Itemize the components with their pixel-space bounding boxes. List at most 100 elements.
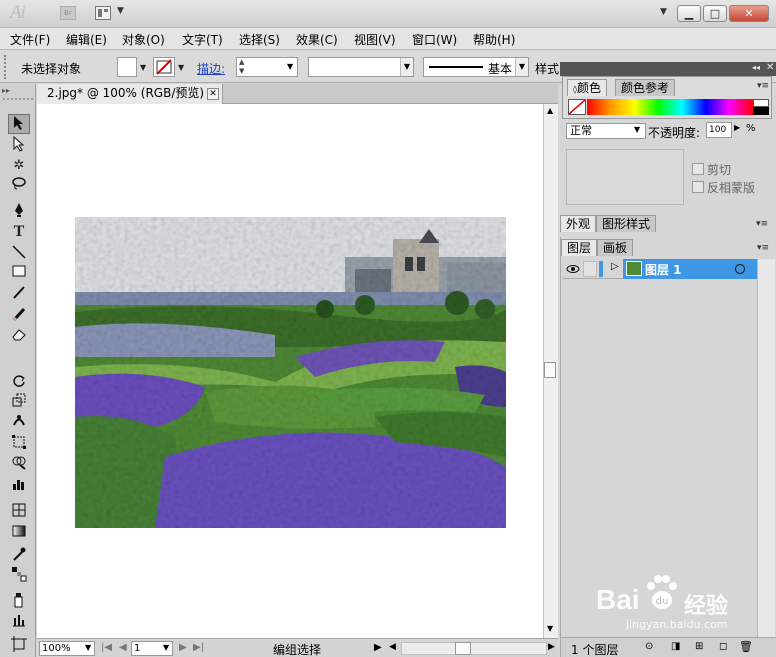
menu-type[interactable]: 文字(T): [182, 31, 223, 48]
close-window-button[interactable]: ✕: [729, 5, 769, 22]
next-page-icon[interactable]: ▶: [179, 642, 187, 653]
close-document-icon[interactable]: ✕: [207, 88, 219, 100]
eyedropper-tool-icon[interactable]: [8, 546, 30, 566]
menu-view[interactable]: 视图(V): [354, 31, 396, 48]
scroll-up-icon[interactable]: ▲: [547, 106, 553, 115]
status-menu-arrow-icon[interactable]: ▶: [374, 642, 382, 653]
new-layer-icon[interactable]: ◻: [719, 641, 727, 652]
dock-collapse-icon[interactable]: ◂◂: [752, 63, 760, 72]
maximize-button[interactable]: □: [703, 5, 727, 22]
color-panel-menu-icon[interactable]: ▾≡: [757, 81, 769, 91]
type-tool-icon[interactable]: T: [8, 222, 30, 242]
dock-close-icon[interactable]: ✕: [766, 62, 774, 73]
layout-dropdown-arrow-icon[interactable]: ▼: [117, 6, 124, 16]
tab-color-guide[interactable]: 颜色参考: [615, 79, 676, 96]
clip-checkbox[interactable]: [692, 163, 704, 175]
variable-width-dropdown-icon[interactable]: ▼: [400, 58, 413, 76]
column-graph-tool-icon[interactable]: [8, 612, 30, 632]
stroke-dropdown-icon[interactable]: ▼: [178, 63, 184, 72]
paintbrush-tool-icon[interactable]: [8, 284, 30, 304]
scroll-left-icon[interactable]: ◀: [389, 642, 396, 652]
first-page-icon[interactable]: |◀: [101, 642, 112, 653]
tab-graphic-styles[interactable]: 图形样式: [596, 215, 657, 232]
stroke-weight-input[interactable]: ▲ ▼ ▼: [236, 57, 298, 77]
variable-width-profile[interactable]: ▼: [308, 57, 414, 77]
menu-file[interactable]: 文件(F): [10, 31, 50, 48]
stroke-swatch[interactable]: [153, 57, 175, 77]
eraser-tool-icon[interactable]: [8, 327, 30, 347]
symbol-sprayer-tool-icon[interactable]: [8, 592, 30, 612]
placed-image[interactable]: [75, 217, 506, 528]
menu-edit[interactable]: 编辑(E): [66, 31, 107, 48]
panel-dock-header[interactable]: ◂◂ ✕: [560, 62, 776, 76]
lasso-tool-icon[interactable]: [8, 176, 30, 196]
zoom-dropdown-icon[interactable]: ▼: [85, 643, 91, 652]
menu-object[interactable]: 对象(O): [122, 31, 165, 48]
document-tab[interactable]: 2.jpg* @ 100% (RGB/预览): [37, 84, 223, 104]
page-dropdown-icon[interactable]: ▼: [163, 643, 169, 652]
workspace-dropdown-arrow-icon[interactable]: ▼: [660, 7, 667, 17]
layer-visibility-eye-icon[interactable]: [565, 261, 581, 277]
line-tool-icon[interactable]: [8, 244, 30, 264]
scroll-down-icon[interactable]: ▼: [547, 624, 553, 633]
graph-tool-icon[interactable]: [8, 476, 30, 496]
bridge-button[interactable]: Br: [60, 6, 76, 20]
control-grip[interactable]: [4, 55, 7, 79]
layer-lock-toggle[interactable]: [583, 261, 597, 277]
tab-appearance[interactable]: 外观: [560, 215, 597, 232]
pen-tool-icon[interactable]: [8, 202, 30, 222]
horizontal-scrollbar[interactable]: [401, 642, 547, 655]
horizontal-scroll-thumb[interactable]: [455, 642, 471, 655]
tab-color[interactable]: ◊颜色: [567, 79, 607, 96]
fill-swatch[interactable]: [117, 57, 137, 77]
layer-selected-highlight[interactable]: 图层 1: [623, 259, 757, 279]
scroll-right-icon[interactable]: ▶: [548, 642, 555, 652]
last-page-icon[interactable]: ▶|: [193, 642, 204, 653]
delete-layer-icon[interactable]: 🗑: [739, 640, 753, 653]
vertical-scroll-thumb[interactable]: [544, 362, 556, 378]
layer-target-icon[interactable]: [735, 264, 745, 274]
toolbar-grip[interactable]: [3, 98, 33, 100]
clipping-mask-icon[interactable]: ◨: [671, 641, 680, 652]
blend-tool-icon[interactable]: [8, 566, 30, 586]
scale-tool-icon[interactable]: [8, 392, 30, 412]
color-black-swatch[interactable]: [753, 107, 769, 115]
new-sublayer-icon[interactable]: ⊞: [695, 641, 703, 652]
layer-row[interactable]: ▷ 图层 1: [563, 259, 757, 279]
tab-artboards[interactable]: 画板: [597, 239, 634, 256]
opacity-input[interactable]: 100: [706, 122, 732, 138]
opacity-arrow-icon[interactable]: ▶: [734, 123, 740, 132]
tab-layers[interactable]: 图层: [561, 239, 598, 256]
pencil-tool-icon[interactable]: [8, 306, 30, 326]
mesh-tool-icon[interactable]: [8, 502, 30, 522]
stroke-weight-stepper-icon[interactable]: ▲ ▼: [239, 58, 244, 76]
artboard-tool-icon[interactable]: [8, 636, 30, 656]
layer-name[interactable]: 图层 1: [645, 261, 682, 278]
magic-wand-tool-icon[interactable]: ✲: [8, 156, 30, 176]
rectangle-tool-icon[interactable]: [8, 264, 30, 284]
brush-dropdown-icon[interactable]: ▼: [515, 58, 528, 76]
stroke-label[interactable]: 描边:: [197, 60, 225, 77]
selection-tool-icon[interactable]: [8, 114, 30, 134]
prev-page-icon[interactable]: ◀: [119, 642, 127, 653]
invert-mask-checkbox[interactable]: [692, 181, 704, 193]
menu-window[interactable]: 窗口(W): [412, 31, 457, 48]
appearance-panel-menu-icon[interactable]: ▾≡: [756, 219, 768, 229]
toolbar-collapse-icon[interactable]: ▸▸: [2, 86, 10, 95]
menu-help[interactable]: 帮助(H): [473, 31, 515, 48]
menu-select[interactable]: 选择(S): [239, 31, 280, 48]
locate-object-icon[interactable]: ⊙: [645, 641, 653, 652]
free-transform-tool-icon[interactable]: [8, 434, 30, 454]
blend-mode-dropdown-icon[interactable]: ▼: [634, 125, 640, 134]
direct-selection-tool-icon[interactable]: [8, 135, 30, 156]
layout-icon[interactable]: [95, 6, 111, 20]
layer-expand-icon[interactable]: ▷: [611, 261, 619, 272]
shape-builder-tool-icon[interactable]: [8, 454, 30, 474]
menu-effect[interactable]: 效果(C): [296, 31, 338, 48]
status-mode[interactable]: 编组选择: [273, 641, 321, 657]
color-white-swatch[interactable]: [753, 99, 769, 107]
fill-dropdown-icon[interactable]: ▼: [140, 63, 146, 72]
stroke-weight-dropdown-icon[interactable]: ▼: [287, 62, 293, 71]
color-none-swatch[interactable]: [568, 99, 586, 115]
color-spectrum[interactable]: [587, 99, 753, 115]
